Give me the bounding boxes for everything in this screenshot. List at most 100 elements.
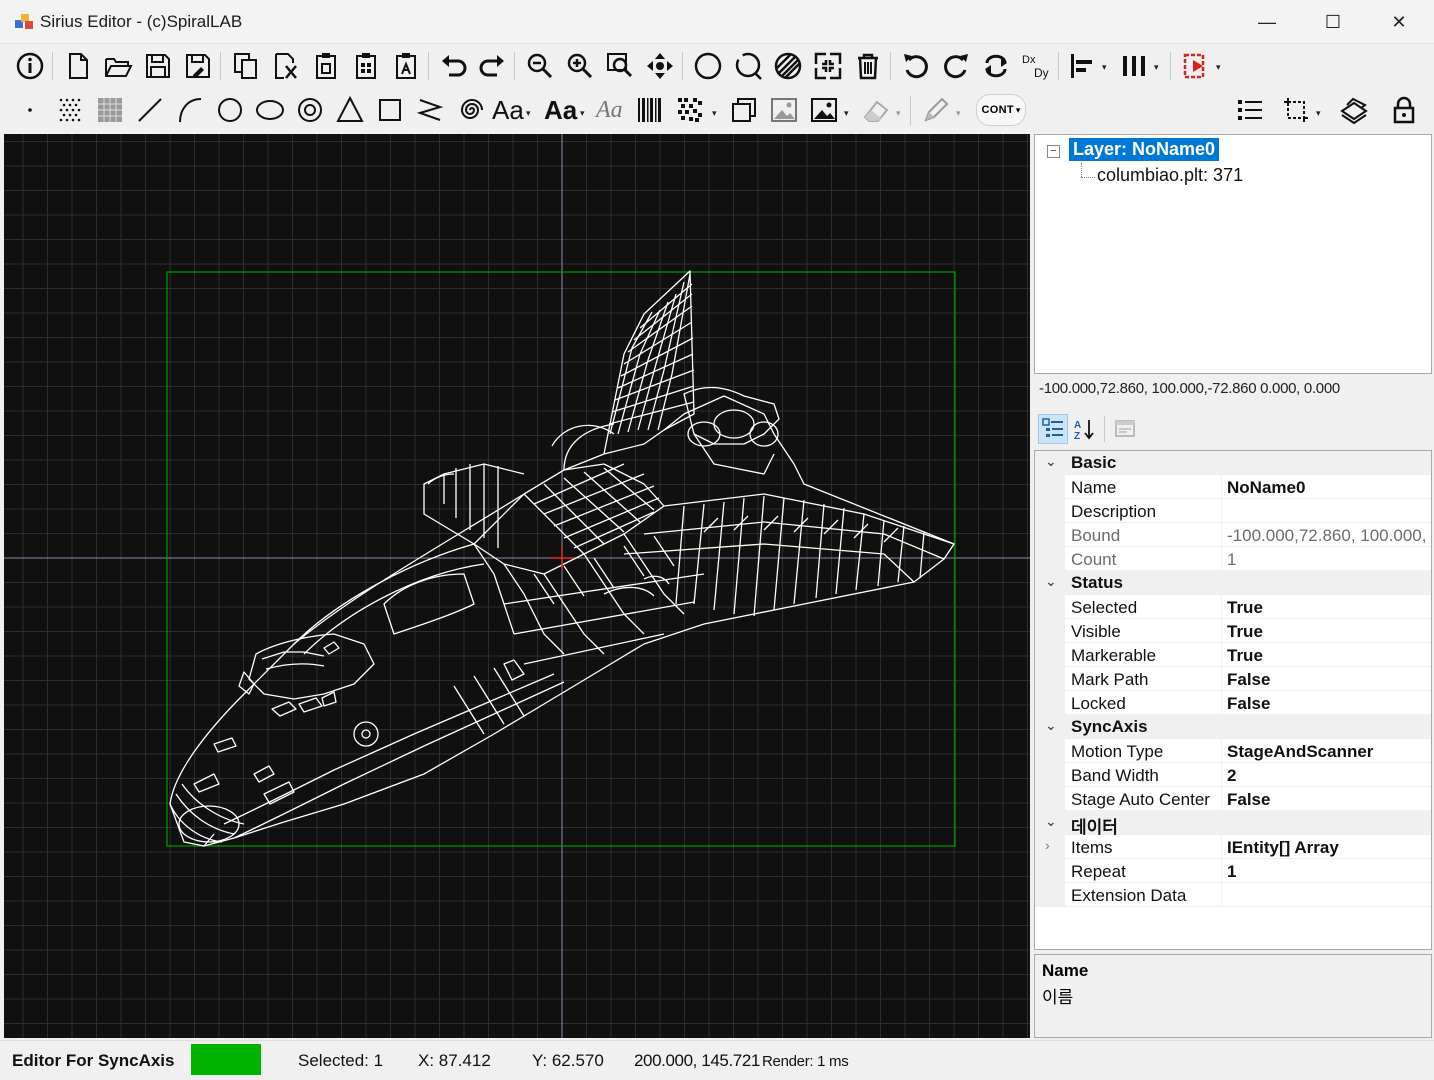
- paste-button[interactable]: [308, 48, 344, 84]
- barcode-tool-button[interactable]: [632, 92, 668, 128]
- line-tool-button[interactable]: [132, 92, 168, 128]
- arc-tool-button[interactable]: [172, 92, 208, 128]
- categorized-view-button[interactable]: [1038, 414, 1068, 444]
- open-button[interactable]: [100, 48, 136, 84]
- points-tool-button[interactable]: [52, 92, 88, 128]
- chevron-down-icon[interactable]: ⌄: [1045, 573, 1057, 590]
- property-grid[interactable]: ⌄ Basic Name NoName0 Description Bound -100.00…: [1034, 450, 1432, 950]
- property-row[interactable]: Markerable True: [1035, 643, 1431, 667]
- distribute-dropdown-arrow-icon[interactable]: ▾: [1154, 62, 1159, 73]
- property-row[interactable]: Stage Auto Center False: [1035, 787, 1431, 811]
- trepan-tool-button[interactable]: [292, 92, 328, 128]
- property-value[interactable]: StageAndScanner: [1227, 742, 1373, 762]
- chevron-down-icon[interactable]: ⌄: [1045, 453, 1057, 470]
- lasso-select-button[interactable]: [730, 48, 766, 84]
- property-row[interactable]: Extension Data: [1035, 883, 1431, 907]
- copy-button[interactable]: [228, 48, 264, 84]
- zoom-fit-button[interactable]: [602, 48, 638, 84]
- cut-button[interactable]: [268, 48, 304, 84]
- flip-button[interactable]: [978, 48, 1014, 84]
- property-value[interactable]: 1: [1227, 862, 1236, 882]
- property-row[interactable]: Locked False: [1035, 691, 1431, 715]
- raster-tool-button[interactable]: [92, 92, 128, 128]
- sirius-text-tool-button[interactable]: Aa: [544, 95, 577, 126]
- property-row[interactable]: Motion Type StageAndScanner: [1035, 739, 1431, 763]
- property-row[interactable]: Count 1: [1035, 547, 1431, 571]
- image-tool-button[interactable]: [766, 92, 802, 128]
- rotate-cw-button[interactable]: [938, 48, 974, 84]
- property-pages-button[interactable]: [1110, 414, 1140, 444]
- property-row[interactable]: Band Width 2: [1035, 763, 1431, 787]
- chevron-right-icon[interactable]: ›: [1045, 837, 1050, 853]
- property-value[interactable]: NoName0: [1227, 478, 1305, 498]
- property-row[interactable]: Repeat 1: [1035, 859, 1431, 883]
- bitmap-tool-button[interactable]: [806, 92, 842, 128]
- point-tool-button[interactable]: [12, 92, 48, 128]
- canvas-drawing[interactable]: [4, 134, 1030, 1038]
- redo-button[interactable]: [474, 48, 510, 84]
- pen-tool-button[interactable]: [918, 92, 954, 128]
- layers-button[interactable]: [1336, 92, 1372, 128]
- rectangle-tool-button[interactable]: [372, 92, 408, 128]
- property-row[interactable]: Mark Path False: [1035, 667, 1431, 691]
- eraser-dropdown-arrow-icon[interactable]: ▾: [896, 108, 901, 119]
- circle-tool-button[interactable]: [212, 92, 248, 128]
- mark-dropdown-arrow-icon[interactable]: ▾: [1216, 62, 1221, 73]
- property-row[interactable]: Bound -100.000,72.860, 100.000,: [1035, 523, 1431, 547]
- minimize-button[interactable]: —: [1234, 0, 1300, 44]
- close-button[interactable]: ✕: [1366, 0, 1432, 44]
- property-row[interactable]: Name NoName0: [1035, 475, 1431, 499]
- maximize-button[interactable]: ☐: [1300, 0, 1366, 44]
- alphabetical-view-button[interactable]: AZ: [1070, 414, 1100, 444]
- eraser-tool-button[interactable]: [858, 92, 894, 128]
- cont-button[interactable]: CONT ▾: [976, 94, 1026, 126]
- property-category[interactable]: ⌄ Status: [1035, 571, 1431, 595]
- rotate-ccw-button[interactable]: [898, 48, 934, 84]
- layer-tree[interactable]: − Layer: NoName0 columbiao.plt: 371: [1034, 134, 1432, 374]
- chevron-down-icon[interactable]: ⌄: [1045, 717, 1057, 734]
- hatch-button[interactable]: [770, 48, 806, 84]
- property-value[interactable]: False: [1227, 694, 1270, 714]
- about-button[interactable]: [12, 48, 48, 84]
- drawing-canvas[interactable]: [4, 134, 1030, 1038]
- property-value[interactable]: True: [1227, 646, 1263, 666]
- property-value[interactable]: IEntity[] Array: [1227, 838, 1339, 858]
- property-category[interactable]: ⌄ 데이터: [1035, 811, 1431, 837]
- lock-button[interactable]: [1386, 92, 1422, 128]
- mark-button[interactable]: [1178, 48, 1214, 84]
- property-category[interactable]: ⌄ SyncAxis: [1035, 715, 1431, 739]
- spiral-tool-button[interactable]: [452, 92, 488, 128]
- polyline-tool-button[interactable]: [412, 92, 448, 128]
- undo-button[interactable]: [436, 48, 472, 84]
- pan-button[interactable]: [642, 48, 678, 84]
- save-button[interactable]: [140, 48, 176, 84]
- paste-clone-button[interactable]: [388, 48, 424, 84]
- new-button[interactable]: [60, 48, 96, 84]
- text-tool-dropdown-arrow-icon[interactable]: ▾: [526, 108, 531, 119]
- property-row[interactable]: › Items IEntity[] Array: [1035, 835, 1431, 859]
- zoom-in-button[interactable]: [562, 48, 598, 84]
- tree-node-layer[interactable]: Layer: NoName0: [1069, 138, 1220, 161]
- property-row[interactable]: Description: [1035, 499, 1431, 523]
- collapse-toggle-icon[interactable]: −: [1047, 145, 1060, 158]
- property-value[interactable]: -100.000,72.860, 100.000,: [1227, 526, 1426, 546]
- offset-button[interactable]: Dx Dy: [1018, 48, 1054, 84]
- ellipse-tool-button[interactable]: [252, 92, 288, 128]
- image-dropdown-arrow-icon[interactable]: ▾: [844, 108, 849, 119]
- transform-button[interactable]: [1278, 92, 1314, 128]
- property-category[interactable]: ⌄ Basic: [1035, 451, 1431, 475]
- paste-array-button[interactable]: [348, 48, 384, 84]
- property-row[interactable]: Visible True: [1035, 619, 1431, 643]
- select-button[interactable]: [690, 48, 726, 84]
- property-value[interactable]: False: [1227, 790, 1270, 810]
- property-value[interactable]: 1: [1227, 550, 1236, 570]
- list-view-button[interactable]: [1232, 92, 1268, 128]
- zoom-out-button[interactable]: [522, 48, 558, 84]
- matrix-code-tool-button[interactable]: [672, 92, 708, 128]
- triangle-tool-button[interactable]: [332, 92, 368, 128]
- property-value[interactable]: 2: [1227, 766, 1236, 786]
- property-value[interactable]: False: [1227, 670, 1270, 690]
- image-text-tool-button[interactable]: Aa: [596, 97, 623, 124]
- chevron-down-icon[interactable]: ⌄: [1045, 813, 1057, 830]
- transform-dropdown-arrow-icon[interactable]: ▾: [1316, 108, 1321, 119]
